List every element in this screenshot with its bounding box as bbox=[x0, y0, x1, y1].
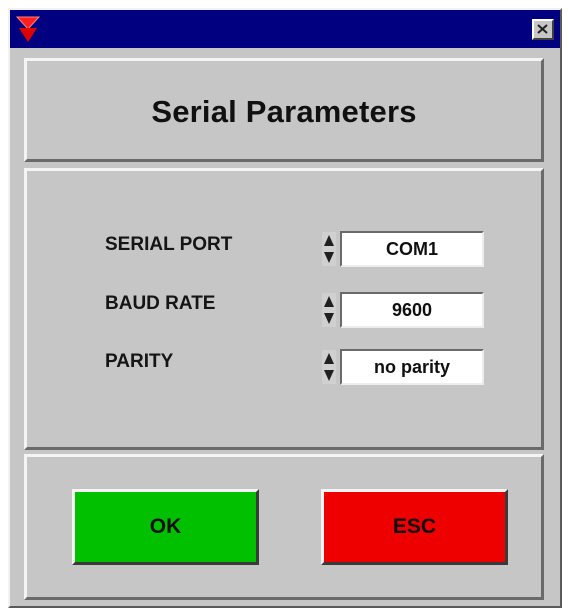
baud-rate-field[interactable]: 9600 bbox=[340, 292, 484, 328]
dialog-title: Serial Parameters bbox=[151, 94, 417, 129]
buttons-panel: OK ESC bbox=[24, 454, 544, 600]
baud-rate-spinner[interactable] bbox=[322, 293, 336, 327]
title-panel: Serial Parameters bbox=[24, 58, 544, 162]
serial-port-field[interactable]: COM1 bbox=[340, 231, 484, 267]
parity-field[interactable]: no parity bbox=[340, 349, 484, 385]
close-button[interactable] bbox=[532, 19, 554, 40]
parameters-panel: SERIAL PORT COM1 BAUD RATE 9600 PARITY n… bbox=[24, 168, 544, 450]
title-bar bbox=[10, 10, 560, 48]
close-icon bbox=[537, 24, 548, 34]
red-triangle-logo-icon bbox=[15, 16, 41, 42]
parity-spinner[interactable] bbox=[322, 350, 336, 384]
ok-button[interactable]: OK bbox=[72, 489, 259, 565]
serial-port-spinner[interactable] bbox=[322, 232, 336, 266]
esc-button[interactable]: ESC bbox=[321, 489, 508, 565]
baud-rate-label: BAUD RATE bbox=[105, 293, 216, 314]
parity-label: PARITY bbox=[105, 351, 174, 372]
serial-port-label: SERIAL PORT bbox=[105, 234, 233, 255]
serial-parameters-window: Serial Parameters SERIAL PORT COM1 BAUD … bbox=[8, 8, 562, 608]
